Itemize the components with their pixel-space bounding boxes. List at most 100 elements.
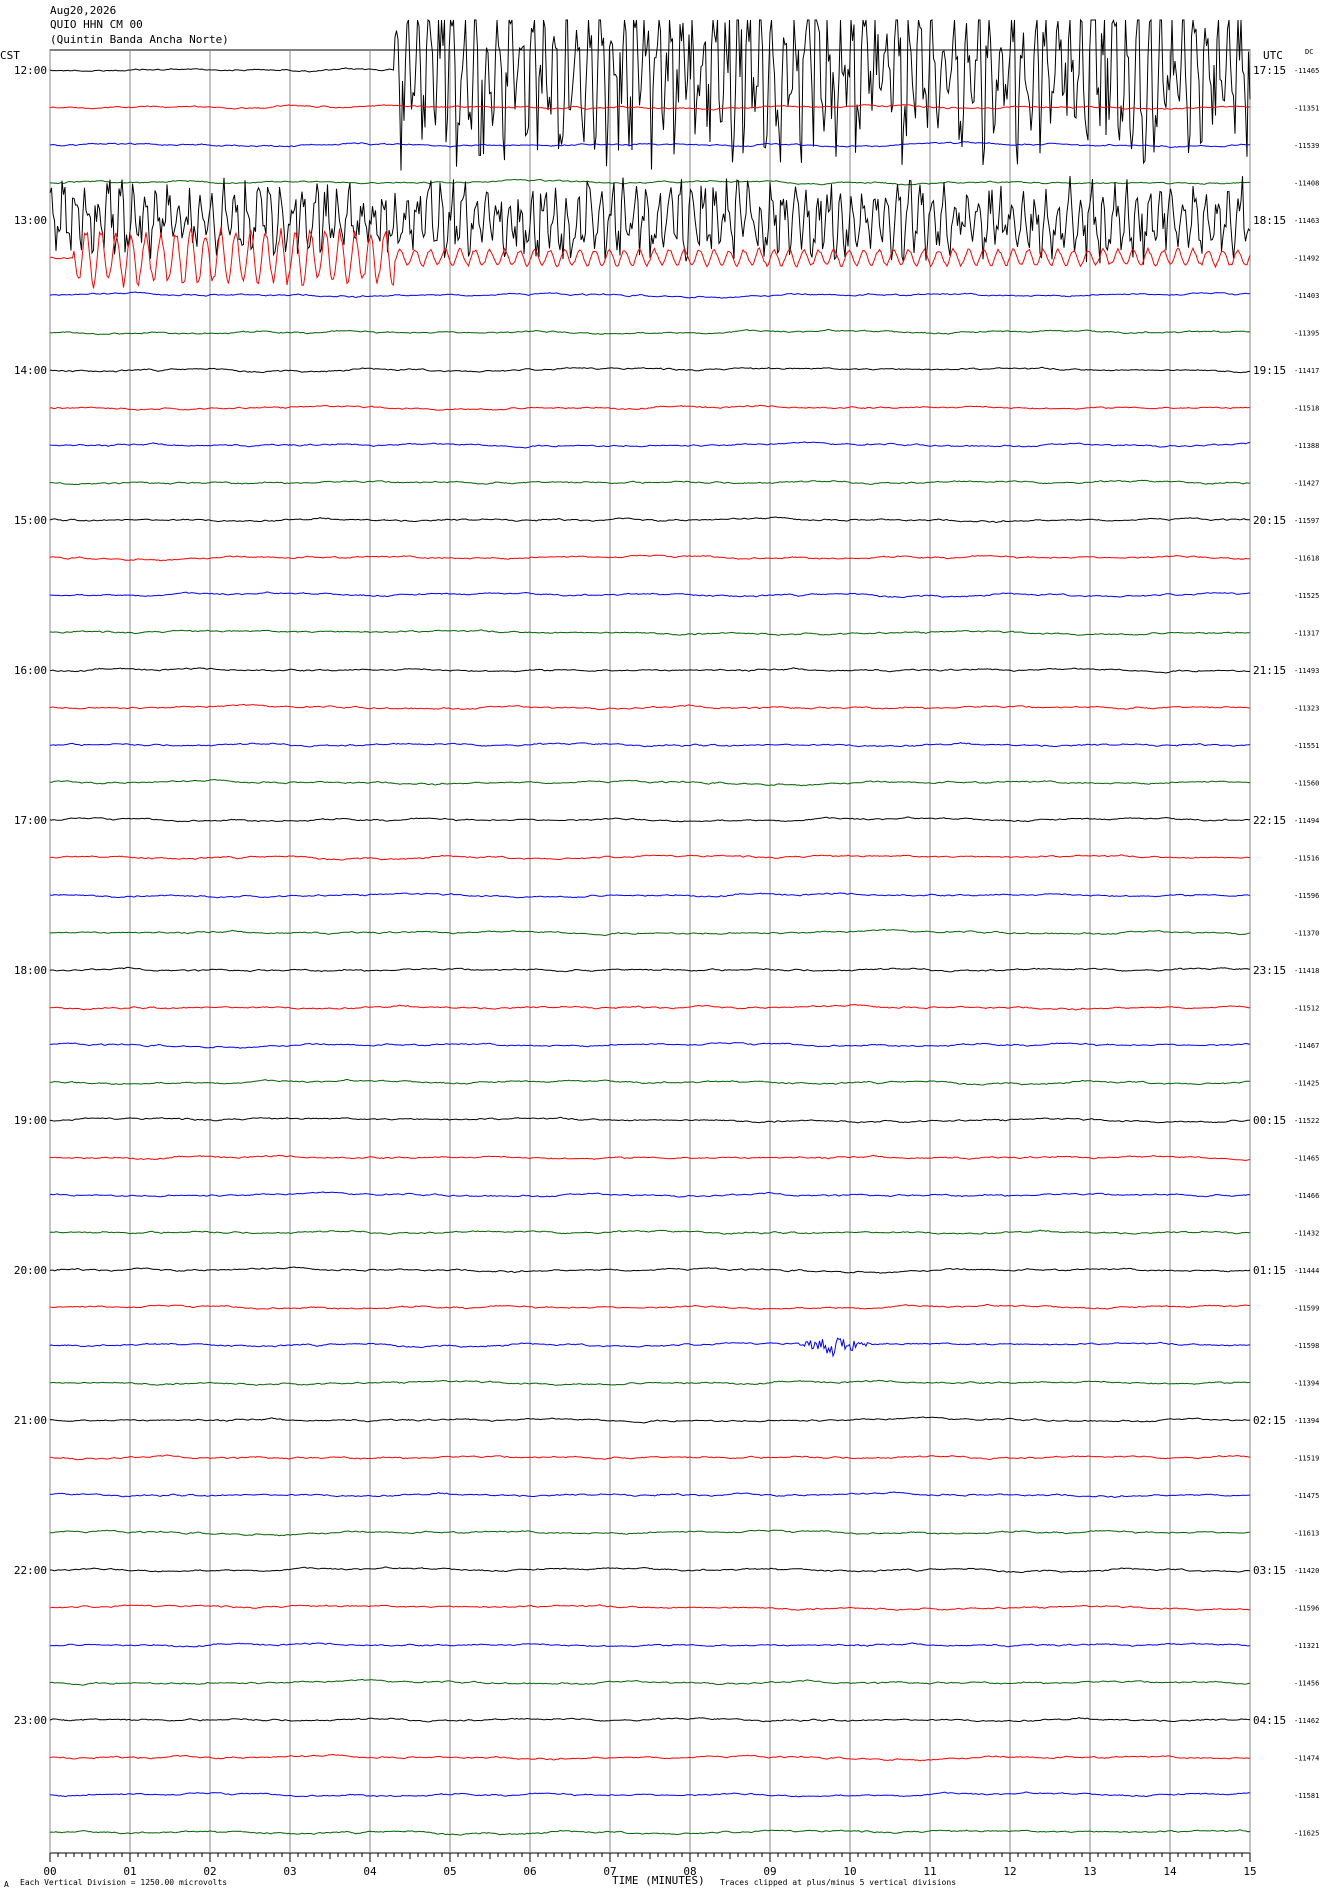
dc-offset-label: -11599: [1294, 1305, 1319, 1313]
dc-offset-label: -11417: [1294, 367, 1319, 375]
utc-hour-label: 19:15: [1253, 364, 1286, 377]
dc-offset-label: -11323: [1294, 705, 1319, 713]
x-axis-label: TIME (MINUTES): [612, 1874, 705, 1887]
dc-offset-label: -11518: [1294, 405, 1319, 413]
trace-line: [50, 629, 1251, 636]
trace-line: [49, 175, 1251, 265]
clip-note: Traces clipped at plus/minus 5 vertical …: [720, 1878, 957, 1887]
utc-hour-label: 18:15: [1253, 214, 1286, 227]
trace-line: [49, 1791, 1251, 1798]
trace-line: [49, 441, 1251, 449]
x-tick-label: 04: [363, 1865, 377, 1878]
x-tick-label: 15: [1243, 1865, 1256, 1878]
trace-line: [49, 1229, 1251, 1235]
trace-line: [49, 928, 1251, 937]
trace-line: [49, 778, 1251, 787]
trace-line: [49, 291, 1251, 299]
dc-offset-label: -11394: [1294, 1417, 1319, 1425]
dc-offset-label: -11474: [1294, 1755, 1319, 1763]
dc-offset-label: -11539: [1294, 142, 1319, 150]
dc-offset-label: -11560: [1294, 780, 1319, 788]
trace-line: [49, 1303, 1251, 1310]
dc-offset-label: -11388: [1294, 442, 1319, 450]
utc-hour-label: 23:15: [1253, 964, 1286, 977]
trace-line: [49, 366, 1251, 374]
utc-hour-label: 01:15: [1253, 1264, 1286, 1277]
trace-line: [50, 141, 1251, 149]
dc-offset-label: -11596: [1294, 892, 1319, 900]
dc-offset-label: -11522: [1294, 1117, 1319, 1125]
trace-line: [49, 1154, 1251, 1162]
plot-frame: [49, 49, 1251, 1854]
dc-offset-label: -11465: [1294, 1155, 1319, 1163]
trace-line: [49, 1266, 1251, 1274]
trace-line: [49, 966, 1250, 973]
dc-offset-label: -11427: [1294, 480, 1319, 488]
trace-line: [50, 1566, 1251, 1574]
x-tick-label: 09: [763, 1865, 776, 1878]
trace-line: [49, 1753, 1251, 1762]
trace-line: [49, 1829, 1251, 1836]
cst-hour-label: 21:00: [14, 1414, 47, 1427]
dc-offset-label: -11525: [1294, 592, 1319, 600]
utc-hour-label: 17:15: [1253, 64, 1286, 77]
dc-offset-label: -11395: [1294, 330, 1319, 338]
trace-line: [49, 18, 1251, 171]
cst-hour-label: 22:00: [14, 1564, 47, 1577]
dc-offset-label: -11493: [1294, 667, 1319, 675]
dc-offset-label: -11408: [1294, 180, 1319, 188]
trace-line: [49, 1491, 1251, 1499]
dc-offset-label: -11581: [1294, 1792, 1319, 1800]
trace-line: [49, 816, 1251, 823]
cst-hour-label: 13:00: [14, 214, 47, 227]
dc-offset-label: -11466: [1294, 1192, 1319, 1200]
dc-offset-label: -11418: [1294, 967, 1319, 975]
dc-offset-label: -11463: [1294, 217, 1319, 225]
utc-hour-label: 00:15: [1253, 1114, 1286, 1127]
x-tick-label: 11: [923, 1865, 936, 1878]
dc-offset-label: -11351: [1294, 105, 1319, 113]
dc-offset-label: -11420: [1294, 1567, 1319, 1575]
cst-hour-label: 16:00: [14, 664, 47, 677]
trace-line: [49, 226, 1251, 289]
x-tick-label: 05: [443, 1865, 456, 1878]
trace-line: [49, 1416, 1251, 1424]
cst-hour-label: 15:00: [14, 514, 47, 527]
trace-line: [50, 1379, 1250, 1386]
trace-line: [49, 703, 1251, 711]
x-tick-label: 10: [843, 1865, 856, 1878]
dc-offset-label: -11321: [1294, 1642, 1319, 1650]
dc-offset-label: -11425: [1294, 1080, 1319, 1088]
trace-line: [49, 667, 1251, 674]
helicorder-plot: 00 01 02 03 04 05 06 07 08 09 10 11 12 13 14 15-11465-1…: [14, 18, 1319, 1878]
dc-offset-label: -11512: [1294, 1005, 1319, 1013]
utc-hour-label: 03:15: [1253, 1564, 1286, 1577]
x-tick-label: 12: [1003, 1865, 1016, 1878]
x-tick-label: 06: [523, 1865, 536, 1878]
dc-offset-label: -11494: [1294, 817, 1319, 825]
dc-offset-label: -11492: [1294, 255, 1319, 263]
x-tick-label: 14: [1163, 1865, 1177, 1878]
dc-offset-label: -11596: [1294, 1605, 1319, 1613]
x-tick-label: 00: [43, 1865, 56, 1878]
utc-hour-label: 04:15: [1253, 1714, 1286, 1727]
dc-offset-label: -11598: [1294, 1342, 1319, 1350]
dc-offset-label: -11465: [1294, 67, 1319, 75]
scale-note: Each Vertical Division = 1250.00 microvo…: [20, 1878, 228, 1887]
trace-line: [49, 854, 1251, 861]
trace-line: [49, 1678, 1251, 1686]
cst-hour-label: 18:00: [14, 964, 47, 977]
trace-line: [49, 1003, 1251, 1011]
trace-line: [50, 1042, 1251, 1049]
trace-line: [49, 591, 1251, 599]
trace-line: [49, 892, 1251, 899]
dc-offset-label: -11625: [1294, 1830, 1319, 1838]
trace-line: [49, 1078, 1250, 1086]
dc-offset-label: -11519: [1294, 1455, 1319, 1463]
dc-offset-label: -11444: [1294, 1267, 1319, 1275]
trace-line: [49, 1604, 1251, 1611]
dc-offset-label: -11597: [1294, 517, 1319, 525]
trace-line: [49, 1642, 1251, 1648]
dc-offset-label: -11317: [1294, 630, 1319, 638]
dc-offset-label: -11456: [1294, 1680, 1319, 1688]
